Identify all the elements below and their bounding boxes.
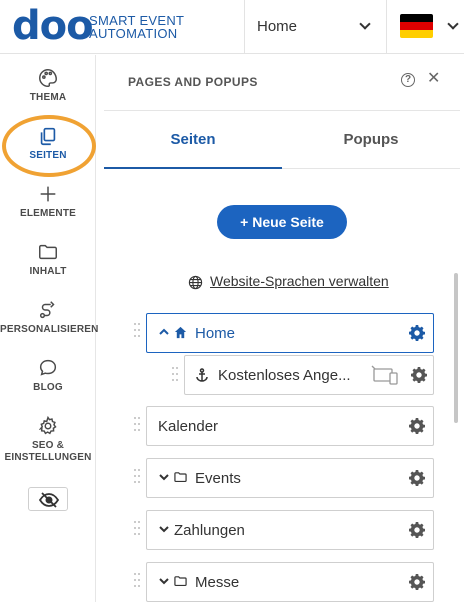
page-row-kostenloses-angebot[interactable]: Kostenloses Ange... <box>184 355 434 395</box>
page-row-label: Kostenloses Ange... <box>218 367 351 384</box>
folder-icon <box>39 244 57 260</box>
sidebar-item-blog[interactable]: BLOG <box>0 357 96 394</box>
drag-handle[interactable] <box>134 521 140 541</box>
page-row-label: Messe <box>195 574 240 591</box>
home-icon <box>174 326 187 339</box>
preview-toggle-button[interactable] <box>28 487 68 511</box>
left-sidebar: THEMA SEITEN ELEMENTE INHALT PERSONALISI… <box>0 55 99 602</box>
sidebar-item-label: SEO & <box>31 440 65 451</box>
globe-icon <box>188 275 203 290</box>
route-icon <box>39 301 55 319</box>
sidebar-item-personalisieren[interactable]: PERSONALISIEREN <box>0 299 99 336</box>
chevron-down-icon <box>359 18 371 30</box>
page-row-label: Events <box>195 470 241 487</box>
sidebar-item-thema[interactable]: THEMA <box>0 67 96 104</box>
help-icon[interactable]: ? <box>401 73 415 87</box>
drag-handle[interactable] <box>172 367 178 387</box>
sidebar-item-label: SEITEN <box>29 150 67 161</box>
device-icon <box>371 365 398 385</box>
logo-tagline-line2: AUTOMATION <box>89 26 178 41</box>
sidebar-item-label: INHALT <box>29 266 67 277</box>
new-page-button[interactable]: + Neue Seite <box>217 205 347 239</box>
eye-icon <box>39 492 59 508</box>
chevron-down-icon <box>447 18 459 30</box>
sidebar-item-label: PERSONALISIEREN <box>0 324 99 335</box>
plus-icon <box>40 186 56 202</box>
gear-icon <box>38 415 57 435</box>
page-row-zahlungen[interactable]: Zahlungen <box>146 510 434 550</box>
page-row-events[interactable]: Events <box>146 458 434 498</box>
language-select-dropdown[interactable] <box>387 0 464 54</box>
manage-languages-label: Website-Sprachen verwalten <box>210 273 389 289</box>
chevron-up-icon <box>159 328 169 335</box>
page-select-value: Home <box>257 18 298 35</box>
chevron-down-icon <box>159 474 169 481</box>
page-row-kalender[interactable]: Kalender <box>146 406 434 446</box>
gear-icon[interactable] <box>409 325 425 341</box>
page-row-home[interactable]: Home <box>146 313 434 353</box>
scrollbar-thumb[interactable] <box>454 273 458 423</box>
gear-icon[interactable] <box>409 418 425 434</box>
pages-icon <box>40 127 56 146</box>
sidebar-item-label: THEMA <box>29 92 67 103</box>
logo-tagline: SMART EVENT AUTOMATION <box>89 14 184 40</box>
sidebar-item-seo-einstellungen[interactable]: SEO & EINSTELLUNGEN <box>0 415 96 464</box>
chat-bubble-icon <box>39 359 57 376</box>
gear-icon[interactable] <box>409 470 425 486</box>
palette-icon <box>39 69 57 87</box>
chevron-down-icon <box>159 526 169 533</box>
gear-icon[interactable] <box>409 574 425 590</box>
brand-logo[interactable]: doo SMART EVENT AUTOMATION <box>12 4 242 50</box>
tab-seiten[interactable]: Seiten <box>104 111 282 169</box>
drag-handle[interactable] <box>134 323 140 343</box>
anchor-icon <box>196 368 208 382</box>
close-icon[interactable]: ✕ <box>427 69 440 89</box>
sidebar-item-elemente[interactable]: ELEMENTE <box>0 183 96 220</box>
page-row-messe[interactable]: Messe <box>146 562 434 602</box>
folder-icon <box>174 472 187 483</box>
sidebar-item-label-line2: EINSTELLUNGEN <box>4 452 92 463</box>
drag-handle[interactable] <box>134 417 140 437</box>
drag-handle[interactable] <box>134 573 140 593</box>
page-row-label: Home <box>195 325 236 342</box>
top-bar: doo SMART EVENT AUTOMATION Home <box>0 0 464 54</box>
sidebar-item-label: ELEMENTE <box>19 208 77 219</box>
panel-title: PAGES AND POPUPS <box>128 75 258 89</box>
drag-handle[interactable] <box>134 469 140 489</box>
page-row-label: Zahlungen <box>174 522 245 539</box>
german-flag-icon <box>400 14 433 38</box>
pages-popups-panel: PAGES AND POPUPS ? ✕ Seiten Popups + Neu… <box>104 55 460 602</box>
page-select-dropdown[interactable]: Home <box>245 0 386 54</box>
chevron-down-icon <box>159 578 169 585</box>
page-row-label: Kalender <box>158 418 219 435</box>
sidebar-item-inhalt[interactable]: INHALT <box>0 241 96 278</box>
gear-icon[interactable] <box>409 522 425 538</box>
gear-icon[interactable] <box>411 367 427 383</box>
folder-icon <box>174 576 187 587</box>
tab-popups[interactable]: Popups <box>282 111 460 169</box>
logo-word: doo <box>12 3 94 49</box>
sidebar-item-seiten[interactable]: SEITEN <box>0 125 96 162</box>
sidebar-item-label: BLOG <box>33 382 63 393</box>
